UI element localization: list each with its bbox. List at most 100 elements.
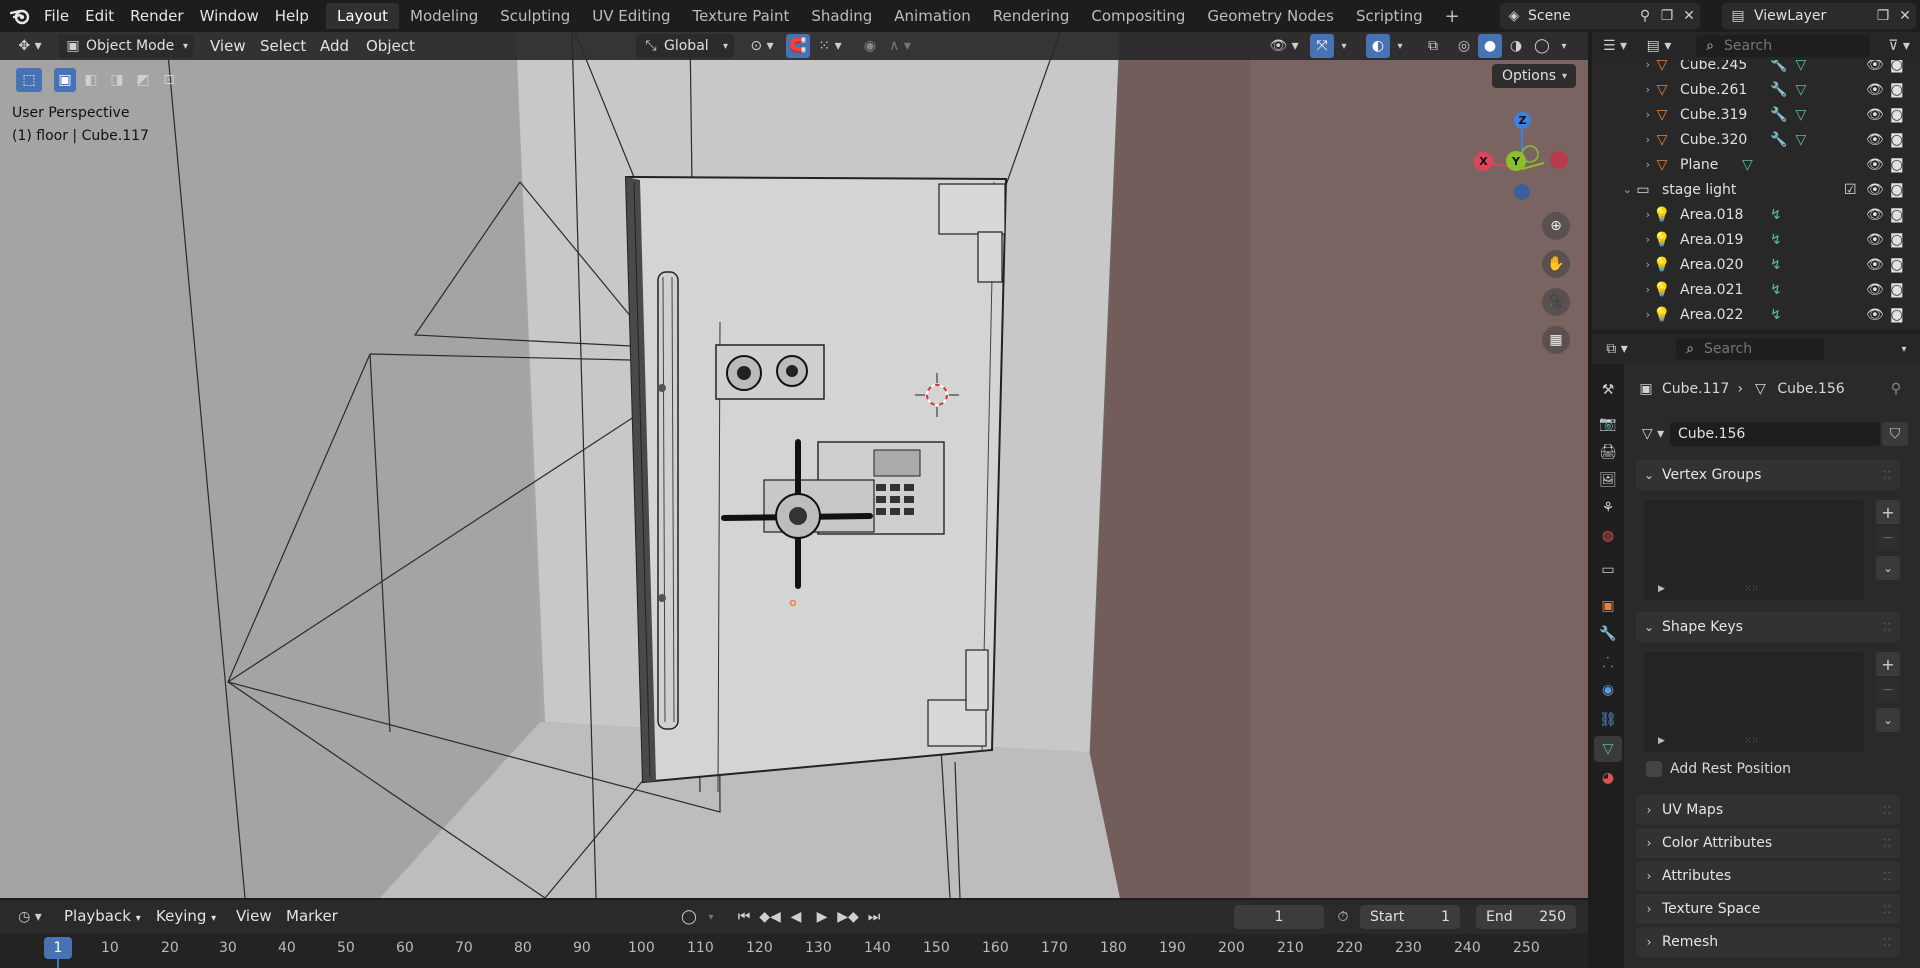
tab-modeling[interactable]: Modeling <box>399 3 489 29</box>
outliner-collection[interactable]: ⌄ ▭ stage light ☑ 👁 ◙ <box>1592 177 1920 202</box>
visibility-icon[interactable]: 👁 ▾ <box>1264 36 1304 56</box>
expand-chevron-icon[interactable]: › <box>1592 283 1650 296</box>
eye-icon[interactable]: 👁 <box>1866 257 1884 273</box>
gizmo-z-axis[interactable]: Z <box>1514 112 1531 129</box>
constraints-tab-icon[interactable]: ⛓ <box>1596 708 1620 732</box>
play-icon[interactable]: ▶ <box>810 905 834 929</box>
new-scene-icon[interactable]: ❐ <box>1656 8 1678 24</box>
list-expand-icon[interactable]: ▶ <box>1658 736 1665 746</box>
expand-chevron-icon[interactable]: › <box>1592 158 1650 171</box>
properties-search[interactable]: ⌕ <box>1676 338 1824 360</box>
drag-handle-icon[interactable]: ⁚⁚ <box>1883 936 1892 949</box>
material-shading-icon[interactable]: ◑ <box>1504 34 1528 58</box>
snap-icon[interactable]: 🧲 <box>786 34 810 58</box>
menu-add[interactable]: Add <box>320 37 349 55</box>
color-attributes-panel-header[interactable]: › Color Attributes ⁚⁚ <box>1636 828 1900 858</box>
physics-tab-icon[interactable]: ◉ <box>1596 678 1620 702</box>
pin-icon[interactable]: ⚲ <box>1886 381 1906 397</box>
eye-icon[interactable]: 👁 <box>1866 282 1884 298</box>
outliner-item[interactable]: › 💡 Area.021 ↯ 👁 ◙ <box>1592 277 1920 302</box>
object-tab-icon[interactable]: ▣ <box>1596 594 1620 618</box>
display-mode-icon[interactable]: ▤ ▾ <box>1642 36 1676 56</box>
mesh-data-tab-icon[interactable]: ▽ <box>1594 736 1622 762</box>
shape-keys-list[interactable]: ▶ ⁙⁙ <box>1644 652 1864 752</box>
wireframe-shading-icon[interactable]: ◎ <box>1452 34 1476 58</box>
jump-end-icon[interactable]: ⏭ <box>862 905 886 929</box>
attributes-panel-header[interactable]: › Attributes ⁚⁚ <box>1636 861 1900 891</box>
drag-handle-icon[interactable]: ⁚⁚ <box>1883 903 1892 916</box>
tab-animation[interactable]: Animation <box>883 3 981 29</box>
render-camera-icon[interactable]: ◙ <box>1890 157 1904 173</box>
expand-chevron-icon[interactable]: › <box>1592 233 1650 246</box>
outliner-item[interactable]: › ▽ Plane ▽ 👁 ◙ <box>1592 152 1920 177</box>
menu-select[interactable]: Select <box>260 37 306 55</box>
expand-chevron-icon[interactable]: › <box>1592 258 1650 271</box>
drag-handle-icon[interactable]: ⁚⁚ <box>1883 870 1892 883</box>
delete-view-layer-icon[interactable]: ✕ <box>1894 8 1916 24</box>
outliner-search[interactable]: ⌕ <box>1696 35 1870 57</box>
drag-handle-icon[interactable]: ⁚⁚ <box>1883 469 1892 482</box>
select-subtract-icon[interactable]: ◨ <box>106 68 128 92</box>
drag-handle-icon[interactable]: ⁚⁚ <box>1883 621 1892 634</box>
outliner-item[interactable]: › 💡 Area.022 ↯ 👁 ◙ <box>1592 302 1920 327</box>
select-new-icon[interactable]: ▣ <box>54 68 76 92</box>
outliner-item[interactable]: › 💡 Area.020 ↯ 👁 ◙ <box>1592 252 1920 277</box>
outliner-item[interactable]: › ▽ Cube.261 🔧 ▽ 👁 ◙ <box>1592 77 1920 102</box>
eye-icon[interactable]: 👁 <box>1866 60 1884 73</box>
tab-sculpting[interactable]: Sculpting <box>489 3 581 29</box>
eye-icon[interactable]: 👁 <box>1866 232 1884 248</box>
outliner-item[interactable]: › ▽ Cube.319 🔧 ▽ 👁 ◙ <box>1592 102 1920 127</box>
collection-checkbox-icon[interactable]: ☑ <box>1844 182 1857 198</box>
zoom-icon[interactable]: ⊕ <box>1542 212 1570 240</box>
drag-handle-icon[interactable]: ⁚⁚ <box>1883 837 1892 850</box>
view-layer-tab-icon[interactable]: 🖼 <box>1596 468 1620 492</box>
3d-viewport[interactable]: User Perspective (1) floor | Cube.117 Z … <box>0 32 1588 898</box>
render-camera-icon[interactable]: ◙ <box>1890 207 1904 223</box>
filter-icon[interactable]: ⊽ ▾ <box>1882 36 1916 56</box>
gizmo-dropdown-icon[interactable]: ▾ <box>1336 36 1352 56</box>
gizmo-toggle-icon[interactable]: ⤧ <box>1310 34 1334 58</box>
tool-tab-icon[interactable]: ⚒ <box>1596 378 1620 402</box>
add-rest-position-checkbox[interactable] <box>1646 761 1662 777</box>
camera-view-icon[interactable]: 🎥 <box>1542 288 1570 316</box>
tab-uv-editing[interactable]: UV Editing <box>581 3 681 29</box>
list-expand-icon[interactable]: ▶ <box>1658 584 1665 594</box>
properties-editor-icon[interactable]: ⧉ ▾ <box>1600 339 1634 359</box>
preview-range-icon[interactable]: ⏱ <box>1332 907 1354 927</box>
mesh-name-field[interactable] <box>1670 422 1880 446</box>
shading-dropdown-icon[interactable]: ▾ <box>1556 34 1572 58</box>
playback-menu[interactable]: Playback ▾ <box>64 907 141 925</box>
outliner-item[interactable]: › ▽ Cube.320 🔧 ▽ 👁 ◙ <box>1592 127 1920 152</box>
scene-tab-icon[interactable]: ⚘ <box>1596 496 1620 520</box>
timeline-view-menu[interactable]: View <box>236 907 272 925</box>
keying-menu[interactable]: Keying ▾ <box>156 907 216 925</box>
add-rest-position-row[interactable]: Add Rest Position <box>1646 758 1791 780</box>
eye-icon[interactable]: 👁 <box>1866 307 1884 323</box>
menu-object[interactable]: Object <box>366 37 415 55</box>
render-tab-icon[interactable]: 📷 <box>1596 412 1620 436</box>
xray-icon[interactable]: ⧉ <box>1422 36 1444 56</box>
shape-keys-panel-header[interactable]: ⌄ Shape Keys ⁚⁚ <box>1636 612 1900 642</box>
add-shape-key-button[interactable]: + <box>1876 652 1900 676</box>
menu-help[interactable]: Help <box>267 7 317 25</box>
current-frame-field[interactable]: 1 <box>1234 905 1324 929</box>
timeline-ruler[interactable]: 1 10 20 30 40 50 60 70 80 90 100 110 120… <box>0 934 1588 968</box>
timeline-editor-icon[interactable]: ◷ ▾ <box>12 907 48 927</box>
remove-vertex-group-button[interactable]: − <box>1876 526 1900 550</box>
world-tab-icon[interactable]: ◍ <box>1596 524 1620 548</box>
end-frame-field[interactable]: End 250 <box>1476 905 1576 929</box>
play-reverse-icon[interactable]: ◀ <box>784 905 808 929</box>
tab-rendering[interactable]: Rendering <box>982 3 1081 29</box>
render-camera-icon[interactable]: ◙ <box>1890 60 1904 73</box>
menu-view[interactable]: View <box>210 37 246 55</box>
render-camera-icon[interactable]: ◙ <box>1890 107 1904 123</box>
expand-chevron-icon[interactable]: › <box>1592 108 1650 121</box>
render-camera-icon[interactable]: ◙ <box>1890 82 1904 98</box>
material-tab-icon[interactable]: ◕ <box>1596 766 1620 790</box>
render-camera-icon[interactable]: ◙ <box>1890 132 1904 148</box>
expand-chevron-icon[interactable]: › <box>1592 83 1650 96</box>
eye-icon[interactable]: 👁 <box>1866 182 1884 198</box>
gizmo-x-axis[interactable]: X <box>1474 152 1493 171</box>
new-view-layer-icon[interactable]: ❐ <box>1872 8 1894 24</box>
breadcrumb-data[interactable]: Cube.156 <box>1777 381 1844 397</box>
